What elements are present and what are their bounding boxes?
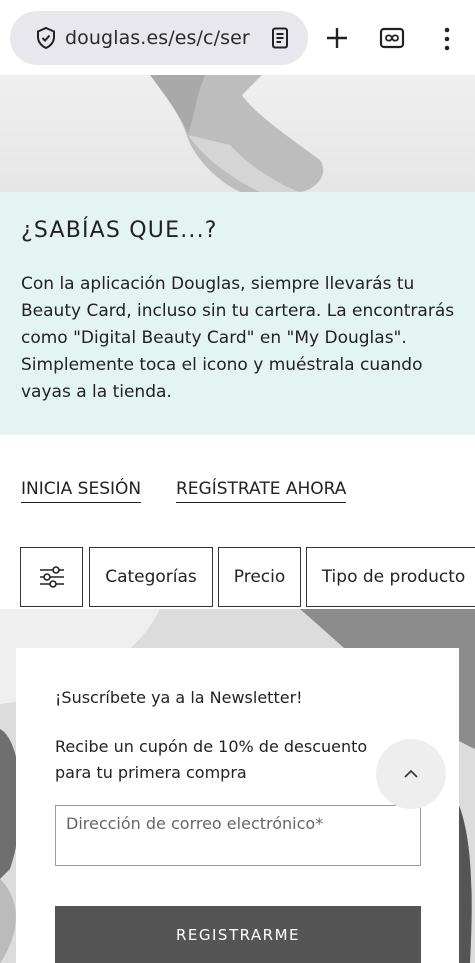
scroll-to-top-button[interactable] bbox=[376, 739, 446, 809]
filter-categories-button[interactable]: Categorías bbox=[89, 547, 213, 607]
hero-image bbox=[0, 75, 475, 192]
chevron-up-icon bbox=[404, 769, 418, 778]
sliders-icon bbox=[39, 566, 64, 588]
did-you-know-banner: ¿SABÍAS QUE...? Con la aplicación Dougla… bbox=[0, 192, 475, 435]
filter-price-button[interactable]: Precio bbox=[218, 547, 301, 607]
newsletter-popup: ¡Suscríbete ya a la Newsletter! Recibe u… bbox=[16, 648, 459, 963]
register-button[interactable]: REGISTRARME bbox=[55, 906, 421, 963]
browser-toolbar: douglas.es/es/c/ser bbox=[0, 0, 475, 75]
tab-switcher-icon[interactable] bbox=[379, 27, 405, 49]
new-tab-plus-icon[interactable] bbox=[324, 25, 350, 51]
banner-text: Con la aplicación Douglas, siempre lleva… bbox=[21, 274, 455, 402]
hero-photo bbox=[150, 75, 324, 192]
newsletter-title: ¡Suscríbete ya a la Newsletter! bbox=[55, 688, 303, 707]
shield-icon[interactable] bbox=[34, 26, 58, 50]
reader-mode-icon[interactable] bbox=[268, 26, 292, 50]
url-text[interactable]: douglas.es/es/c/ser bbox=[65, 27, 265, 51]
filter-bar: Categorías Precio Tipo de producto bbox=[0, 547, 475, 609]
more-vert-icon[interactable] bbox=[440, 26, 454, 52]
filter-product-type-button[interactable]: Tipo de producto bbox=[306, 547, 475, 607]
address-bar[interactable]: douglas.es/es/c/ser bbox=[10, 11, 308, 65]
register-link[interactable]: REGÍSTRATE AHORA bbox=[176, 479, 347, 503]
login-link[interactable]: INICIA SESIÓN bbox=[21, 479, 142, 503]
newsletter-description: Recibe un cupón de 10% de descuento para… bbox=[55, 737, 368, 782]
filter-settings-button[interactable] bbox=[20, 547, 83, 607]
banner-title: ¿SABÍAS QUE...? bbox=[21, 218, 218, 243]
email-field[interactable] bbox=[55, 805, 421, 866]
